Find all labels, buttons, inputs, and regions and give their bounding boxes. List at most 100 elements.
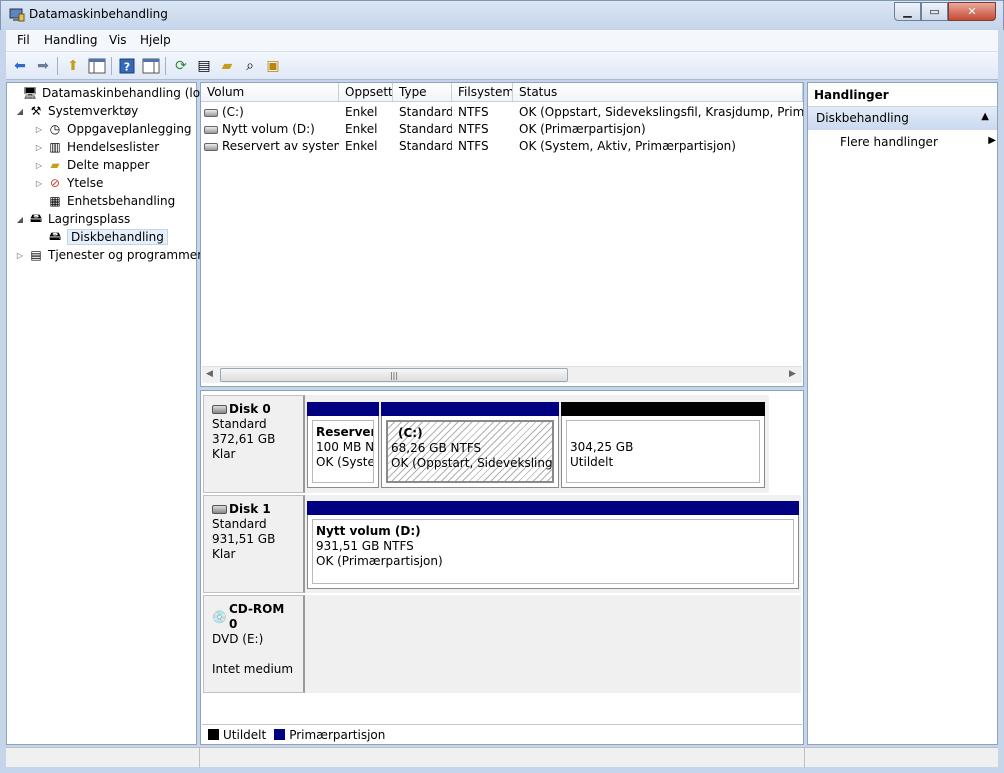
tree-item-shared-folders[interactable]: ▷ ▰ Delte mapper — [34, 156, 150, 174]
event-viewer-icon: ▥ — [49, 140, 61, 154]
maximize-icon: ▭ — [929, 5, 940, 18]
collapse-icon[interactable]: ▲ — [981, 111, 989, 122]
column-header-volume[interactable]: Volum — [201, 83, 339, 102]
tree-expander-icon[interactable]: ▷ — [34, 179, 44, 188]
tree-label: Ytelse — [67, 176, 104, 190]
properties-button[interactable]: ▤ — [194, 56, 214, 76]
partition-size: 100 MB NT — [316, 440, 374, 454]
menu-file[interactable]: Fil — [17, 33, 30, 47]
actions-section-header[interactable]: Diskbehandling ▲ — [808, 107, 997, 130]
up-folder-icon: ⬆ — [67, 58, 79, 74]
tree-expander-icon[interactable]: ▷ — [34, 143, 44, 152]
disk-graphical-view: Disk 0 Standard 372,61 GB Klar Reservert… — [200, 390, 804, 745]
partition-d[interactable]: Nytt volum (D:) 931,51 GB NTFS OK (Primæ… — [307, 501, 799, 589]
tree-item-computer-management[interactable]: 🖥 Datamaskinbehandling (lokal) — [9, 84, 222, 102]
refresh-button[interactable]: ⟳ — [171, 56, 191, 76]
disk-type: Standard — [212, 517, 267, 531]
toolbar: ⬅ ➡ ⬆ ? ⟳ ▤ ▰ ⌕ ▣ — [6, 52, 998, 80]
open-folder-button[interactable]: ▰ — [217, 56, 237, 76]
disk-name: CD-ROM 0 — [228, 602, 285, 631]
horizontal-scrollbar[interactable]: ◀ ||| ▶ — [202, 366, 802, 383]
tree-item-system-tools[interactable]: ◢ ⚒ Systemverktøy — [15, 102, 138, 120]
hard-disk-icon — [212, 505, 227, 514]
services-icon: ▤ — [30, 248, 42, 262]
tree-expander-icon[interactable]: ▷ — [34, 125, 44, 134]
cd-drive-icon: 💿 — [212, 609, 227, 624]
back-button[interactable]: ⬅ — [10, 56, 30, 76]
menu-action[interactable]: Handling — [44, 33, 98, 47]
show-hide-action-pane-button[interactable] — [141, 56, 161, 76]
properties-icon: ▤ — [197, 58, 211, 74]
disk-type: DVD (E:) — [212, 632, 264, 646]
partition-size: 304,25 GB — [570, 440, 634, 454]
tree-expander-icon[interactable]: ◢ — [15, 107, 25, 116]
menu-view[interactable]: Vis — [109, 33, 127, 47]
partition-c[interactable]: (C:) 68,26 GB NTFS OK (Oppstart, Sidevek… — [381, 402, 559, 488]
volume-filesystem: NTFS — [458, 105, 489, 119]
disk-size: 931,51 GB — [212, 532, 276, 546]
hard-disk-icon — [212, 405, 227, 414]
menu-bar: Fil Handling Vis Hjelp — [6, 30, 998, 52]
legend: Utildelt Primærpartisjon — [202, 724, 802, 744]
tree-item-performance[interactable]: ▷ ⊘ Ytelse — [34, 174, 103, 192]
disk-settings-button[interactable]: ▣ — [263, 56, 283, 76]
partition-status: Utildelt — [570, 455, 614, 469]
scrollbar-thumb[interactable]: ||| — [220, 368, 568, 382]
legend-primary-swatch — [274, 729, 286, 740]
search-button[interactable]: ⌕ — [240, 56, 260, 76]
tree-expander-icon[interactable]: ▷ — [34, 161, 44, 170]
tree-expander-icon[interactable]: ◢ — [15, 215, 25, 224]
status-bar — [6, 747, 998, 768]
partition-reserved[interactable]: Reservert 100 MB NT OK (System — [307, 402, 379, 488]
volume-name: (C:) — [222, 105, 244, 119]
tree-expander-icon[interactable]: ▷ — [15, 251, 25, 260]
cdrom-0-area — [305, 595, 801, 693]
partition-unallocated[interactable]: 304,25 GB Utildelt — [561, 402, 765, 488]
scroll-right-icon[interactable]: ▶ — [789, 369, 796, 379]
legend-primary-label: Primærpartisjon — [289, 727, 386, 742]
help-button[interactable]: ? — [117, 56, 137, 76]
minimize-button[interactable]: ▁ — [894, 2, 921, 21]
tree-item-device-manager[interactable]: ▦ Enhetsbehandling — [34, 192, 175, 210]
legend-unallocated-swatch — [208, 729, 219, 740]
refresh-icon: ⟳ — [175, 58, 187, 74]
disk-0-header[interactable]: Disk 0 Standard 372,61 GB Klar — [203, 395, 305, 493]
partition-title: Nytt volum (D:) — [316, 524, 421, 538]
cdrom-0-header[interactable]: 💿 CD-ROM 0 DVD (E:) Intet medium — [203, 595, 305, 693]
drive-icon — [204, 142, 218, 151]
menu-help[interactable]: Hjelp — [140, 33, 171, 47]
back-arrow-icon: ⬅ — [14, 58, 26, 74]
volume-layout: Enkel — [345, 139, 378, 153]
disk-state: Klar — [212, 547, 236, 561]
disk-1-header[interactable]: Disk 1 Standard 931,51 GB Klar — [203, 495, 305, 593]
maximize-button[interactable]: ▭ — [921, 2, 948, 21]
column-header-layout[interactable]: Oppsett — [339, 83, 393, 102]
scroll-left-icon[interactable]: ◀ — [206, 369, 213, 379]
column-header-status[interactable]: Status — [513, 83, 803, 102]
column-header-filesystem[interactable]: Filsystem — [452, 83, 513, 102]
tree-item-disk-management[interactable]: 🖴 Diskbehandling — [34, 228, 168, 246]
forward-button[interactable]: ➡ — [33, 56, 53, 76]
primary-partition-bar — [307, 501, 799, 515]
tree-item-services-applications[interactable]: ▷ ▤ Tjenester og programmer — [15, 246, 202, 264]
more-actions-label: Flere handlinger — [840, 135, 938, 149]
column-header-type[interactable]: Type — [393, 83, 452, 102]
partition-status: OK (Oppstart, Sidevekslingsfil, K — [391, 456, 553, 470]
volume-filesystem: NTFS — [458, 122, 489, 136]
close-button[interactable]: ✕ — [948, 2, 996, 21]
show-hide-tree-button[interactable] — [87, 56, 107, 76]
disk-size: 372,61 GB — [212, 432, 276, 446]
partition-title: (C:) — [398, 426, 423, 440]
tree-item-event-viewer[interactable]: ▷ ▥ Hendelseslister — [34, 138, 159, 156]
computer-icon: 🖥 — [22, 86, 38, 100]
tree-label: Oppgaveplanlegging — [67, 122, 192, 136]
tree-item-task-scheduler[interactable]: ▷ ◷ Oppgaveplanlegging — [34, 120, 192, 138]
up-folder-button[interactable]: ⬆ — [63, 56, 83, 76]
tree-label: Lagringsplass — [48, 212, 131, 226]
more-actions-item[interactable]: Flere handlinger ▶ — [840, 135, 996, 149]
tree-item-storage[interactable]: ◢ 🖴 Lagringsplass — [15, 210, 130, 228]
disk-management-icon: 🖴 — [48, 228, 62, 243]
partition-status: OK (System — [316, 455, 373, 469]
partition-title: Reservert — [316, 425, 373, 439]
svg-text:?: ? — [124, 61, 130, 74]
